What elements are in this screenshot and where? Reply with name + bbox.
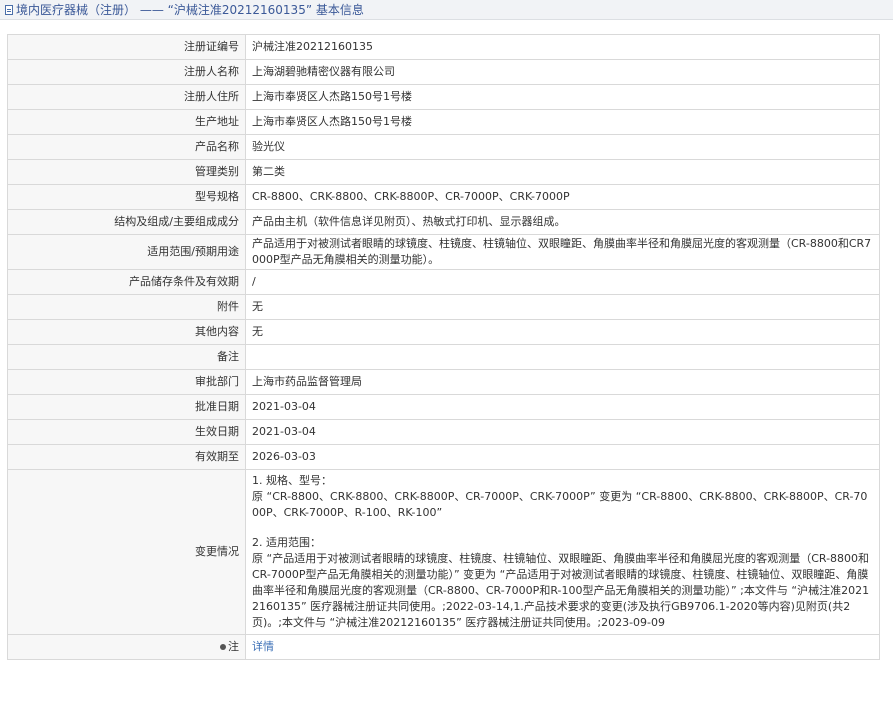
table-row: 其他内容无	[7, 319, 880, 345]
note-label-text: 注	[228, 640, 239, 653]
row-label: 附件	[7, 294, 246, 320]
note-label: 注	[7, 634, 246, 660]
row-label: 有效期至	[7, 444, 246, 470]
row-label: 结构及组成/主要组成成分	[7, 209, 246, 235]
row-value: 验光仪	[245, 134, 880, 160]
row-value: 2021-03-04	[245, 419, 880, 445]
row-label: 生产地址	[7, 109, 246, 135]
table-row: 产品储存条件及有效期 /	[7, 269, 880, 295]
table-row: 附件无	[7, 294, 880, 320]
table-row: 型号规格 CR-8800、CRK-8800、CRK-8800P、CR-7000P、…	[7, 184, 880, 210]
row-label: 适用范围/预期用途	[7, 234, 246, 270]
row-label: 注册人名称	[7, 59, 246, 85]
row-label: 生效日期	[7, 419, 246, 445]
row-value: 第二类	[245, 159, 880, 185]
table-row: 注册证编号 沪械注准20212160135	[7, 34, 880, 60]
change-item-text: 原 “产品适用于对被测试者眼睛的球镜度、柱镜度、柱镜轴位、双眼瞳距、角膜曲率半径…	[252, 552, 870, 629]
change-item-title: 2. 适用范围：	[252, 536, 321, 549]
table-row: 注册人住所 上海市奉贤区人杰路150号1号楼	[7, 84, 880, 110]
row-value: 上海市奉贤区人杰路150号1号楼	[245, 109, 880, 135]
row-value: 产品适用于对被测试者眼睛的球镜度、柱镜度、柱镜轴位、双眼瞳距、角膜曲率半径和角膜…	[245, 234, 880, 270]
row-label: 备注	[7, 344, 246, 370]
row-value: 2021-03-04	[245, 394, 880, 420]
row-label: 型号规格	[7, 184, 246, 210]
row-value: 产品由主机（软件信息详见附页）、热敏式打印机、显示器组成。	[245, 209, 880, 235]
row-value: CR-8800、CRK-8800、CRK-8800P、CR-7000P、CRK-…	[245, 184, 880, 210]
row-label: 批准日期	[7, 394, 246, 420]
row-label: 管理类别	[7, 159, 246, 185]
table-row: 管理类别 第二类	[7, 159, 880, 185]
row-value: 无	[245, 294, 880, 320]
table-row: 适用范围/预期用途 产品适用于对被测试者眼睛的球镜度、柱镜度、柱镜轴位、双眼瞳距、…	[7, 234, 880, 270]
change-row: 变更情况 1. 规格、型号： 原 “CR-8800、CRK-8800、CRK-8…	[7, 469, 880, 635]
note-row: 注 详情	[7, 634, 880, 660]
row-label: 其他内容	[7, 319, 246, 345]
row-label: 变更情况	[7, 469, 246, 635]
row-value: 上海市奉贤区人杰路150号1号楼	[245, 84, 880, 110]
row-value: 无	[245, 319, 880, 345]
row-label: 产品名称	[7, 134, 246, 160]
row-value: 上海湖碧驰精密仪器有限公司	[245, 59, 880, 85]
table-row: 有效期至 2026-03-03	[7, 444, 880, 470]
pin-icon	[220, 644, 226, 650]
change-history: 1. 规格、型号： 原 “CR-8800、CRK-8800、CRK-8800P、…	[245, 469, 880, 635]
row-value: /	[245, 269, 880, 295]
page-header: 境内医疗器械（注册） —— “沪械注准20212160135” 基本信息	[0, 0, 893, 20]
table-row: 结构及组成/主要组成成分 产品由主机（软件信息详见附页）、热敏式打印机、显示器组成…	[7, 209, 880, 235]
row-value: 2026-03-03	[245, 444, 880, 470]
details-link[interactable]: 详情	[252, 640, 274, 653]
change-item-text: 原 “CR-8800、CRK-8800、CRK-8800P、CR-7000P、C…	[252, 490, 868, 519]
row-label: 审批部门	[7, 369, 246, 395]
row-value: 上海市药品监督管理局	[245, 369, 880, 395]
document-icon	[5, 4, 13, 15]
note-value: 详情	[245, 634, 880, 660]
table-row: 生效日期 2021-03-04	[7, 419, 880, 445]
table-row: 生产地址 上海市奉贤区人杰路150号1号楼	[7, 109, 880, 135]
table-row: 审批部门 上海市药品监督管理局	[7, 369, 880, 395]
row-label: 产品储存条件及有效期	[7, 269, 246, 295]
change-item-title: 1. 规格、型号：	[252, 474, 332, 487]
info-table-wrapper: 注册证编号 沪械注准20212160135 注册人名称 上海湖碧驰精密仪器有限公司 …	[7, 34, 880, 660]
page-title: 境内医疗器械（注册） —— “沪械注准20212160135” 基本信息	[16, 3, 364, 17]
info-table: 注册证编号 沪械注准20212160135 注册人名称 上海湖碧驰精密仪器有限公司 …	[7, 34, 880, 660]
row-label: 注册人住所	[7, 84, 246, 110]
table-row: 注册人名称 上海湖碧驰精密仪器有限公司	[7, 59, 880, 85]
table-row: 产品名称 验光仪	[7, 134, 880, 160]
table-row: 批准日期 2021-03-04	[7, 394, 880, 420]
table-row: 备注	[7, 344, 880, 370]
row-label: 注册证编号	[7, 34, 246, 60]
row-value: 沪械注准20212160135	[245, 34, 880, 60]
row-value	[245, 344, 880, 370]
